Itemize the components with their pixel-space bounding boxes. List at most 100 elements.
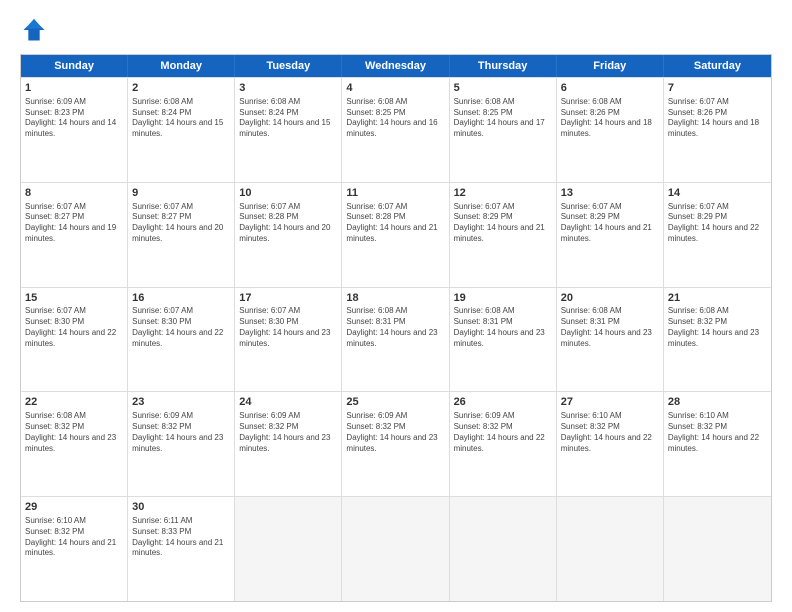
- logo-icon: [20, 16, 48, 44]
- day-number: 18: [346, 291, 444, 306]
- daylight-info: Daylight: 14 hours and 15 minutes.: [132, 118, 230, 140]
- sunrise-info: Sunrise: 6:08 AM: [25, 411, 123, 422]
- sunset-info: Sunset: 8:32 PM: [668, 422, 767, 433]
- sunset-info: Sunset: 8:24 PM: [239, 108, 337, 119]
- daylight-info: Daylight: 14 hours and 19 minutes.: [25, 223, 123, 245]
- sunrise-info: Sunrise: 6:10 AM: [561, 411, 659, 422]
- sunset-info: Sunset: 8:28 PM: [346, 212, 444, 223]
- week-row-3: 15 Sunrise: 6:07 AM Sunset: 8:30 PM Dayl…: [21, 287, 771, 392]
- day-cell-20: 20 Sunrise: 6:08 AM Sunset: 8:31 PM Dayl…: [557, 288, 664, 392]
- day-number: 16: [132, 291, 230, 306]
- day-cell-14: 14 Sunrise: 6:07 AM Sunset: 8:29 PM Dayl…: [664, 183, 771, 287]
- sunrise-info: Sunrise: 6:07 AM: [239, 202, 337, 213]
- day-number: 7: [668, 81, 767, 96]
- header-sunday: Sunday: [21, 55, 128, 77]
- sunset-info: Sunset: 8:32 PM: [454, 422, 552, 433]
- daylight-info: Daylight: 14 hours and 22 minutes.: [132, 328, 230, 350]
- sunset-info: Sunset: 8:29 PM: [454, 212, 552, 223]
- sunset-info: Sunset: 8:31 PM: [346, 317, 444, 328]
- sunset-info: Sunset: 8:28 PM: [239, 212, 337, 223]
- day-number: 14: [668, 186, 767, 201]
- daylight-info: Daylight: 14 hours and 22 minutes.: [561, 433, 659, 455]
- sunrise-info: Sunrise: 6:08 AM: [561, 306, 659, 317]
- sunset-info: Sunset: 8:30 PM: [239, 317, 337, 328]
- daylight-info: Daylight: 14 hours and 22 minutes.: [668, 433, 767, 455]
- day-number: 25: [346, 395, 444, 410]
- day-cell-7: 7 Sunrise: 6:07 AM Sunset: 8:26 PM Dayli…: [664, 78, 771, 182]
- sunset-info: Sunset: 8:32 PM: [239, 422, 337, 433]
- header: [20, 16, 772, 44]
- sunset-info: Sunset: 8:32 PM: [132, 422, 230, 433]
- sunset-info: Sunset: 8:32 PM: [346, 422, 444, 433]
- sunset-info: Sunset: 8:32 PM: [25, 527, 123, 538]
- day-cell-25: 25 Sunrise: 6:09 AM Sunset: 8:32 PM Dayl…: [342, 392, 449, 496]
- day-cell-3: 3 Sunrise: 6:08 AM Sunset: 8:24 PM Dayli…: [235, 78, 342, 182]
- sunrise-info: Sunrise: 6:10 AM: [668, 411, 767, 422]
- day-number: 10: [239, 186, 337, 201]
- day-number: 28: [668, 395, 767, 410]
- sunset-info: Sunset: 8:27 PM: [25, 212, 123, 223]
- week-row-5: 29 Sunrise: 6:10 AM Sunset: 8:32 PM Dayl…: [21, 496, 771, 601]
- day-number: 8: [25, 186, 123, 201]
- day-cell-8: 8 Sunrise: 6:07 AM Sunset: 8:27 PM Dayli…: [21, 183, 128, 287]
- header-tuesday: Tuesday: [235, 55, 342, 77]
- sunrise-info: Sunrise: 6:08 AM: [346, 97, 444, 108]
- header-saturday: Saturday: [664, 55, 771, 77]
- sunrise-info: Sunrise: 6:09 AM: [346, 411, 444, 422]
- daylight-info: Daylight: 14 hours and 20 minutes.: [239, 223, 337, 245]
- calendar-header: Sunday Monday Tuesday Wednesday Thursday…: [21, 55, 771, 77]
- daylight-info: Daylight: 14 hours and 23 minutes.: [239, 328, 337, 350]
- day-cell-9: 9 Sunrise: 6:07 AM Sunset: 8:27 PM Dayli…: [128, 183, 235, 287]
- day-number: 23: [132, 395, 230, 410]
- day-number: 17: [239, 291, 337, 306]
- logo: [20, 16, 52, 44]
- day-number: 5: [454, 81, 552, 96]
- daylight-info: Daylight: 14 hours and 23 minutes.: [346, 433, 444, 455]
- day-cell-24: 24 Sunrise: 6:09 AM Sunset: 8:32 PM Dayl…: [235, 392, 342, 496]
- day-cell-5: 5 Sunrise: 6:08 AM Sunset: 8:25 PM Dayli…: [450, 78, 557, 182]
- daylight-info: Daylight: 14 hours and 22 minutes.: [25, 328, 123, 350]
- sunrise-info: Sunrise: 6:08 AM: [454, 97, 552, 108]
- daylight-info: Daylight: 14 hours and 21 minutes.: [132, 538, 230, 560]
- sunrise-info: Sunrise: 6:07 AM: [239, 306, 337, 317]
- daylight-info: Daylight: 14 hours and 21 minutes.: [561, 223, 659, 245]
- sunset-info: Sunset: 8:33 PM: [132, 527, 230, 538]
- daylight-info: Daylight: 14 hours and 18 minutes.: [561, 118, 659, 140]
- day-number: 27: [561, 395, 659, 410]
- day-number: 26: [454, 395, 552, 410]
- sunrise-info: Sunrise: 6:09 AM: [25, 97, 123, 108]
- sunset-info: Sunset: 8:27 PM: [132, 212, 230, 223]
- day-cell-4: 4 Sunrise: 6:08 AM Sunset: 8:25 PM Dayli…: [342, 78, 449, 182]
- sunset-info: Sunset: 8:32 PM: [668, 317, 767, 328]
- header-monday: Monday: [128, 55, 235, 77]
- sunset-info: Sunset: 8:30 PM: [132, 317, 230, 328]
- daylight-info: Daylight: 14 hours and 17 minutes.: [454, 118, 552, 140]
- day-number: 13: [561, 186, 659, 201]
- day-number: 29: [25, 500, 123, 515]
- sunrise-info: Sunrise: 6:07 AM: [454, 202, 552, 213]
- day-number: 4: [346, 81, 444, 96]
- day-cell-21: 21 Sunrise: 6:08 AM Sunset: 8:32 PM Dayl…: [664, 288, 771, 392]
- sunrise-info: Sunrise: 6:07 AM: [25, 306, 123, 317]
- day-number: 2: [132, 81, 230, 96]
- sunrise-info: Sunrise: 6:09 AM: [454, 411, 552, 422]
- sunrise-info: Sunrise: 6:07 AM: [346, 202, 444, 213]
- day-cell-29: 29 Sunrise: 6:10 AM Sunset: 8:32 PM Dayl…: [21, 497, 128, 601]
- sunset-info: Sunset: 8:32 PM: [25, 422, 123, 433]
- day-cell-28: 28 Sunrise: 6:10 AM Sunset: 8:32 PM Dayl…: [664, 392, 771, 496]
- sunset-info: Sunset: 8:24 PM: [132, 108, 230, 119]
- daylight-info: Daylight: 14 hours and 23 minutes.: [132, 433, 230, 455]
- day-cell-6: 6 Sunrise: 6:08 AM Sunset: 8:26 PM Dayli…: [557, 78, 664, 182]
- day-number: 22: [25, 395, 123, 410]
- day-number: 30: [132, 500, 230, 515]
- daylight-info: Daylight: 14 hours and 14 minutes.: [25, 118, 123, 140]
- day-number: 21: [668, 291, 767, 306]
- sunset-info: Sunset: 8:30 PM: [25, 317, 123, 328]
- sunrise-info: Sunrise: 6:08 AM: [454, 306, 552, 317]
- day-cell-12: 12 Sunrise: 6:07 AM Sunset: 8:29 PM Dayl…: [450, 183, 557, 287]
- week-row-4: 22 Sunrise: 6:08 AM Sunset: 8:32 PM Dayl…: [21, 391, 771, 496]
- header-thursday: Thursday: [450, 55, 557, 77]
- daylight-info: Daylight: 14 hours and 23 minutes.: [668, 328, 767, 350]
- empty-cell: [235, 497, 342, 601]
- day-cell-2: 2 Sunrise: 6:08 AM Sunset: 8:24 PM Dayli…: [128, 78, 235, 182]
